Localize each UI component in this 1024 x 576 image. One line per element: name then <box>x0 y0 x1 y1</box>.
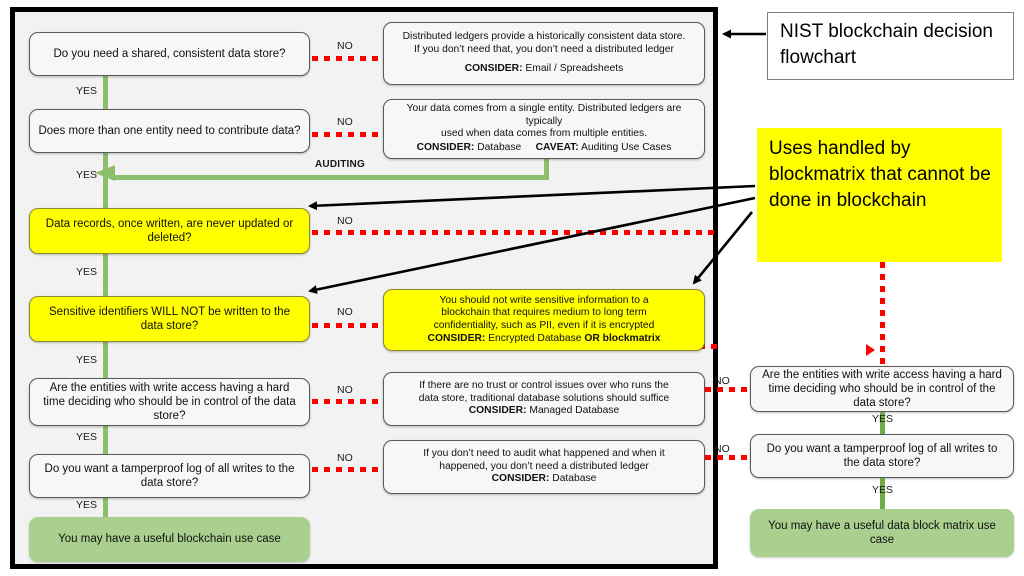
consider-label: CONSIDER: <box>464 63 523 75</box>
info-line: blockchain that requires medium to long … <box>441 307 647 319</box>
no-label-d3: NO <box>337 215 353 227</box>
info-line: If there are no trust or control issues … <box>419 380 669 392</box>
caveat-label: CAVEAT: <box>535 142 579 154</box>
terminal-text: You may have a useful data block matrix … <box>768 519 996 546</box>
decision-text: Do you want a tamperproof log of all wri… <box>44 462 295 489</box>
yes-label-d1: YES <box>76 85 98 97</box>
info-line: Your data comes from a single entity. Di… <box>406 103 682 127</box>
yes-connector-d2-d3 <box>103 149 108 209</box>
decision-box-shared-data-store[interactable]: Do you need a shared, consistent data st… <box>29 32 310 76</box>
decision-text: Sensitive identifiers WILL NOT be writte… <box>49 305 290 332</box>
chart-title-text: NIST blockchain decision flowchart <box>780 21 993 68</box>
blockmatrix-feed-arrowhead <box>866 344 875 356</box>
flowchart-panel: AUDITING Do you need a shared, consisten… <box>10 7 720 569</box>
info-consider: CONSIDER: Encrypted Database OR blockmat… <box>393 333 695 346</box>
consider-label: CONSIDER: <box>427 332 486 344</box>
info-line: Distributed ledgers provide a historical… <box>402 31 686 43</box>
info-box-no-audit-needed: If you don’t need to audit what happened… <box>383 440 705 494</box>
no-connector-d6 <box>312 467 384 472</box>
decision-text: Do you need a shared, consistent data st… <box>53 47 286 60</box>
auditing-label: AUDITING <box>315 159 365 170</box>
terminal-text: You may have a useful blockchain use cas… <box>58 533 281 546</box>
no-label-d5: NO <box>337 384 353 396</box>
terminal-box-blockchain-use-case: You may have a useful blockchain use cas… <box>29 517 310 562</box>
info-line: If you don’t need that, you don’t need a… <box>414 43 674 55</box>
right-no-connector-r1 <box>705 387 751 392</box>
yes-label-d4: YES <box>76 354 98 366</box>
blockmatrix-callout-box: Uses handled by blockmatrix that cannot … <box>757 128 1002 262</box>
decision-box-records-never-updated[interactable]: Data records, once written, are never up… <box>29 208 310 254</box>
no-connector-d5 <box>312 399 384 404</box>
no-label-d4: NO <box>337 306 353 318</box>
blockmatrix-feed-connector <box>880 262 885 370</box>
right-yes-label-r1: YES <box>872 413 894 425</box>
right-yes-label-r2: YES <box>872 484 894 496</box>
info-box-no-trust-issues: If there are no trust or control issues … <box>383 372 705 426</box>
consider-label: CONSIDER: <box>416 142 475 154</box>
decision-box-tamperproof-log[interactable]: Do you want a tamperproof log of all wri… <box>29 454 310 498</box>
no-label-d2: NO <box>337 116 353 128</box>
info-consider: CONSIDER: Email / Spreadsheets <box>393 63 695 76</box>
flowchart-canvas: AUDITING Do you need a shared, consisten… <box>0 0 1024 576</box>
no-connector-d3 <box>312 230 716 235</box>
chart-title-box: NIST blockchain decision flowchart <box>767 12 1014 80</box>
right-decision-box-tamperproof-log[interactable]: Do you want a tamperproof log of all wri… <box>750 434 1014 478</box>
yes-label-d6: YES <box>76 499 98 511</box>
right-no-label-r1: NO <box>714 375 730 387</box>
consider-bold-tail: OR blockmatrix <box>584 332 661 344</box>
right-no-label-r2: NO <box>714 443 730 455</box>
info-box-sensitive-information-blockmatrix: You should not write sensitive informati… <box>383 289 705 351</box>
consider-value: Database <box>474 142 522 154</box>
decision-text: Does more than one entity need to contri… <box>38 124 301 137</box>
decision-text: Do you want a tamperproof log of all wri… <box>766 442 998 469</box>
right-decision-box-write-access-control[interactable]: Are the entities with write access havin… <box>750 366 1014 412</box>
decision-text: Data records, once written, are never up… <box>45 217 294 244</box>
no-label-d6: NO <box>337 452 353 464</box>
decision-text: Are the entities with write access havin… <box>762 368 1002 410</box>
decision-box-write-access-control[interactable]: Are the entities with write access havin… <box>29 378 310 426</box>
info-line: happened, you don’t need a distributed l… <box>439 460 649 472</box>
blockmatrix-callout-text: Uses handled by blockmatrix that cannot … <box>769 138 991 212</box>
consider-label: CONSIDER: <box>468 405 527 417</box>
right-no-connector-r2 <box>705 455 751 460</box>
yes-connector-d4-d5 <box>103 342 108 380</box>
yes-connector-d5-d6 <box>103 424 108 454</box>
yes-label-d2: YES <box>76 169 98 181</box>
info-box-single-entity: Your data comes from a single entity. Di… <box>383 99 705 159</box>
info-line: used when data comes from multiple entit… <box>440 128 648 140</box>
consider-value: Database <box>549 473 597 485</box>
no-connector-d1 <box>312 56 384 61</box>
consider-label: CONSIDER: <box>491 473 550 485</box>
info-box-distributed-ledger-consistency: Distributed ledgers provide a historical… <box>383 22 705 85</box>
no-label-d1: NO <box>337 40 353 52</box>
no-connector-d4 <box>312 323 384 328</box>
right-terminal-box-data-block-matrix: You may have a useful data block matrix … <box>750 509 1014 557</box>
info-consider-caveat: CONSIDER: Database CAVEAT: Auditing Use … <box>393 142 695 155</box>
consider-value: Encrypted Database <box>485 332 585 344</box>
info-consider: CONSIDER: Database <box>393 473 695 486</box>
decision-text: Are the entities with write access havin… <box>43 381 296 423</box>
info-line: data store, traditional database solutio… <box>418 392 670 404</box>
info-line: If you don’t need to audit what happened… <box>423 448 665 460</box>
info-line: confidentiality, such as PII, even if it… <box>433 320 655 331</box>
consider-value: Email / Spreadsheets <box>522 63 624 75</box>
yes-label-d3: YES <box>76 266 98 278</box>
yes-label-d5: YES <box>76 431 98 443</box>
auditing-connector-horizontal <box>112 175 549 180</box>
caveat-value: Auditing Use Cases <box>578 142 672 154</box>
yes-connector-d1-d2 <box>103 76 108 109</box>
decision-box-sensitive-identifiers[interactable]: Sensitive identifiers WILL NOT be writte… <box>29 296 310 342</box>
no-connector-d2 <box>312 132 384 137</box>
info-consider: CONSIDER: Managed Database <box>393 405 695 418</box>
yes-connector-d3-d4 <box>103 252 108 299</box>
consider-value: Managed Database <box>526 405 620 417</box>
decision-box-multiple-entities[interactable]: Does more than one entity need to contri… <box>29 109 310 153</box>
info-line: You should not write sensitive informati… <box>439 294 649 306</box>
